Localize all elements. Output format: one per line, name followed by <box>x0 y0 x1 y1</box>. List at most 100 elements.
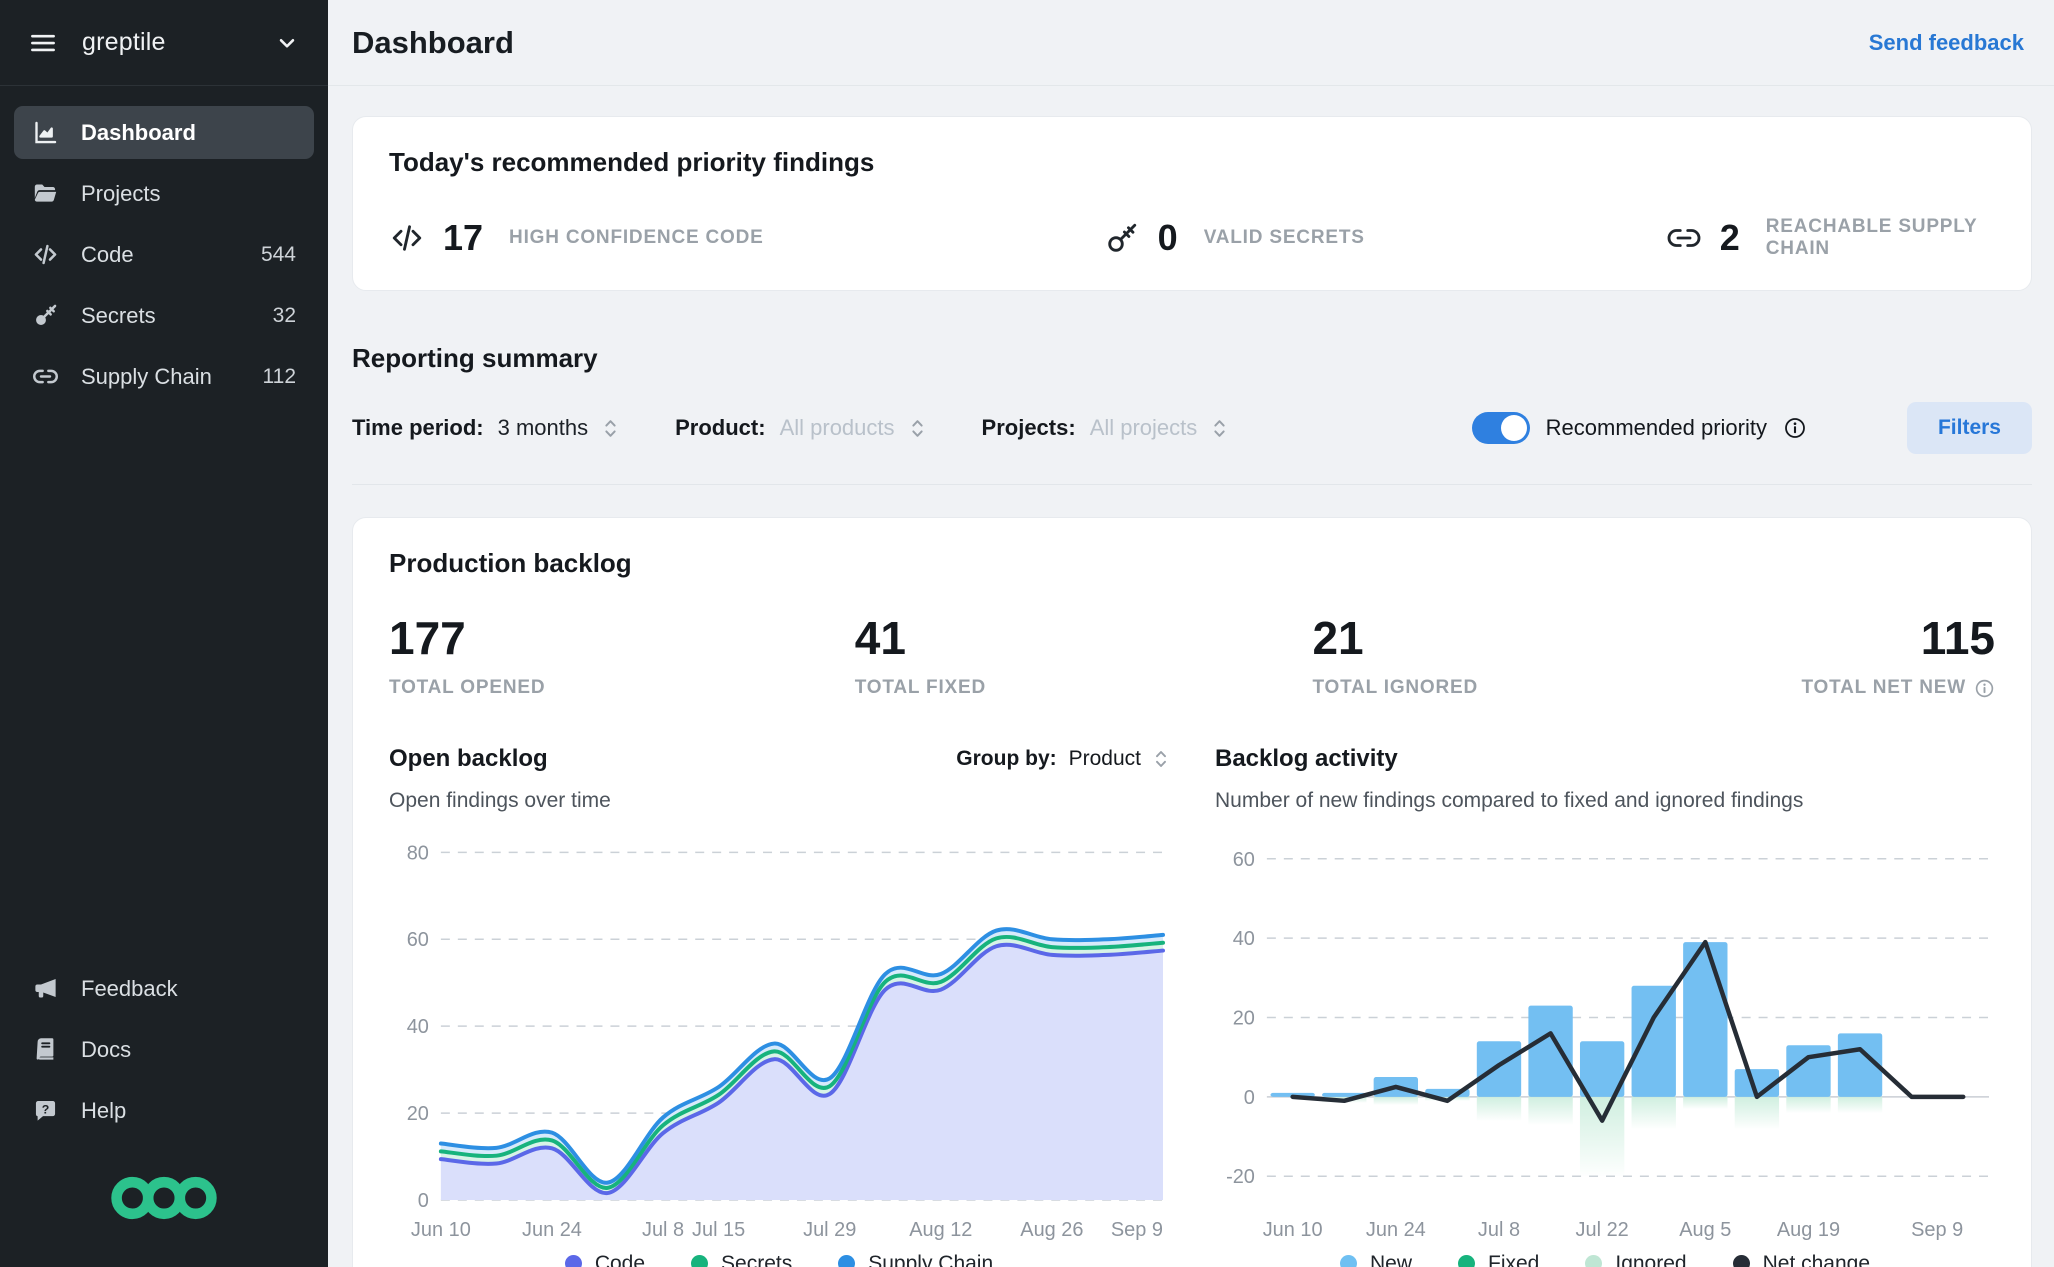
link-icon <box>32 363 59 390</box>
sidebar-item-code[interactable]: Code 544 <box>14 228 314 281</box>
legend-item-secrets: Secrets <box>691 1252 792 1267</box>
link-icon <box>1666 220 1702 256</box>
legend-dot <box>1458 1255 1475 1267</box>
stat-value: 21 <box>1312 612 1364 664</box>
legend-dot <box>564 1255 582 1267</box>
key-icon <box>1104 220 1140 256</box>
group-by-label: Group by: <box>956 747 1057 770</box>
stat-total-fixed: 41 TOTAL FIXED <box>855 611 1313 699</box>
projects-select[interactable]: Projects: All projects <box>982 415 1229 441</box>
sidebar-item-docs[interactable]: Docs <box>14 1023 314 1076</box>
svg-text:60: 60 <box>1233 849 1255 871</box>
backlog-activity-chart: -20 0 20 40 60 Jun 10 Jun 24 Jul 8 Jul 22 Aug 5 Au… <box>1226 849 1990 1241</box>
stat-label: HIGH CONFIDENCE CODE <box>509 227 764 248</box>
sidebar-item-secrets[interactable]: Secrets 32 <box>14 289 314 342</box>
sidebar-item-supply-chain[interactable]: Supply Chain 112 <box>14 350 314 403</box>
info-icon[interactable] <box>1974 678 1995 699</box>
content: Today's recommended priority findings 17… <box>328 86 2054 1267</box>
recommended-priority-toggle[interactable] <box>1471 412 1530 444</box>
sidebar-item-label: Secrets <box>81 302 156 328</box>
svg-text:-20: -20 <box>1226 1166 1255 1188</box>
legend-item-new: New <box>1339 1252 1412 1267</box>
sidebar-item-feedback[interactable]: Feedback <box>14 962 314 1015</box>
svg-text:Jul 15: Jul 15 <box>692 1219 745 1241</box>
sidebar: greptile Dashboard Projects Code 544 Sec… <box>0 0 328 1267</box>
reporting-summary-title: Reporting summary <box>352 343 598 373</box>
select-chevrons-icon <box>1211 416 1228 441</box>
open-backlog-section: Open backlog Group by: Product Open find… <box>389 745 1169 1267</box>
sidebar-count-code: 544 <box>260 242 296 266</box>
open-backlog-legend: Code Secrets Supply Chain <box>389 1252 1169 1267</box>
svg-text:Jul 29: Jul 29 <box>803 1219 856 1241</box>
select-chevrons-icon <box>602 416 619 441</box>
sidebar-item-projects[interactable]: Projects <box>14 167 314 220</box>
reporting-filter-row: Time period: 3 months Product: All produ… <box>352 402 2032 485</box>
legend-dot <box>1585 1255 1603 1267</box>
info-icon[interactable] <box>1783 416 1807 440</box>
sidebar-item-dashboard[interactable]: Dashboard <box>14 106 314 159</box>
legend-dot <box>691 1255 709 1267</box>
svg-text:Sep 9: Sep 9 <box>1911 1219 1963 1241</box>
svg-text:Jun 24: Jun 24 <box>522 1219 582 1241</box>
priority-card-title: Today's recommended priority findings <box>389 147 875 177</box>
org-switcher[interactable]: greptile <box>0 0 328 86</box>
backlog-activity-section: Backlog activity Number of new findings … <box>1215 745 1995 1267</box>
sidebar-count-secrets: 32 <box>272 303 296 327</box>
sidebar-item-label: Help <box>81 1097 127 1123</box>
chart-icon <box>32 119 59 146</box>
stat-reachable-supply-chain[interactable]: 2 REACHABLE SUPPLY CHAIN <box>1666 216 1995 260</box>
sidebar-item-label: Supply Chain <box>81 363 212 389</box>
stat-value: 115 <box>1920 612 1995 664</box>
sidebar-item-label: Dashboard <box>81 119 196 145</box>
filters-button[interactable]: Filters <box>1906 402 2032 454</box>
topbar: Dashboard Send feedback <box>328 0 2054 86</box>
svg-text:Aug 26: Aug 26 <box>1020 1219 1083 1241</box>
folder-icon <box>32 180 59 207</box>
org-name: greptile <box>82 28 166 56</box>
stat-valid-secrets[interactable]: 0 VALID SECRETS <box>1104 216 1666 260</box>
svg-text:0: 0 <box>1244 1087 1255 1109</box>
select-chevrons-icon <box>909 416 926 441</box>
open-backlog-chart: 0 20 40 60 80 Jun 10 Jun 24 Jul 8 Jul 15 Jul 29 Au… <box>407 842 1165 1241</box>
legend-item-ignored: Ignored <box>1585 1252 1687 1267</box>
svg-text:20: 20 <box>407 1103 429 1125</box>
time-period-select[interactable]: Time period: 3 months <box>352 415 619 441</box>
legend-item-net-change: Net change <box>1732 1252 1870 1267</box>
stat-high-confidence-code[interactable]: 17 HIGH CONFIDENCE CODE <box>389 216 1104 260</box>
stat-value: 2 <box>1719 217 1740 258</box>
stat-value: 0 <box>1157 217 1178 258</box>
select-label: Projects: <box>981 415 1076 440</box>
legend-item-code: Code <box>564 1252 645 1267</box>
chart-subtitle: Number of new findings compared to fixed… <box>1215 789 1804 812</box>
svg-text:20: 20 <box>1233 1007 1255 1029</box>
legend-dot <box>1339 1255 1357 1267</box>
sidebar-item-label: Docs <box>81 1036 132 1062</box>
toggle-label: Recommended priority <box>1545 415 1767 440</box>
send-feedback-link[interactable]: Send feedback <box>1869 30 2024 56</box>
group-by-select[interactable]: Group by: Product <box>956 747 1169 771</box>
code-icon <box>389 220 425 256</box>
menu-icon[interactable] <box>28 28 58 58</box>
backlog-card-title: Production backlog <box>389 548 632 578</box>
svg-text:40: 40 <box>407 1016 429 1038</box>
select-label: Product: <box>675 415 766 440</box>
backlog-activity-legend: New Fixed Ignored Net change <box>1215 1252 1995 1267</box>
svg-text:Aug 19: Aug 19 <box>1777 1219 1840 1241</box>
svg-text:60: 60 <box>407 929 429 951</box>
page-title: Dashboard <box>352 24 514 60</box>
svg-text:Jul 22: Jul 22 <box>1576 1219 1629 1241</box>
sidebar-item-label: Code <box>81 241 134 267</box>
code-icon <box>32 241 59 268</box>
chart-title: Backlog activity <box>1215 745 1398 772</box>
sidebar-item-help[interactable]: ? Help <box>14 1084 314 1137</box>
svg-text:80: 80 <box>407 842 429 864</box>
chart-subtitle: Open findings over time <box>389 789 611 812</box>
select-value: All projects <box>1089 415 1198 440</box>
select-chevrons-icon <box>1153 747 1169 771</box>
legend-item-fixed: Fixed <box>1458 1252 1539 1267</box>
product-select[interactable]: Product: All products <box>675 415 925 441</box>
key-icon <box>32 302 59 329</box>
stat-label: TOTAL FIXED <box>854 677 986 698</box>
svg-text:Jun 10: Jun 10 <box>411 1219 471 1241</box>
sidebar-footer: Feedback Docs ? Help <box>0 962 328 1267</box>
